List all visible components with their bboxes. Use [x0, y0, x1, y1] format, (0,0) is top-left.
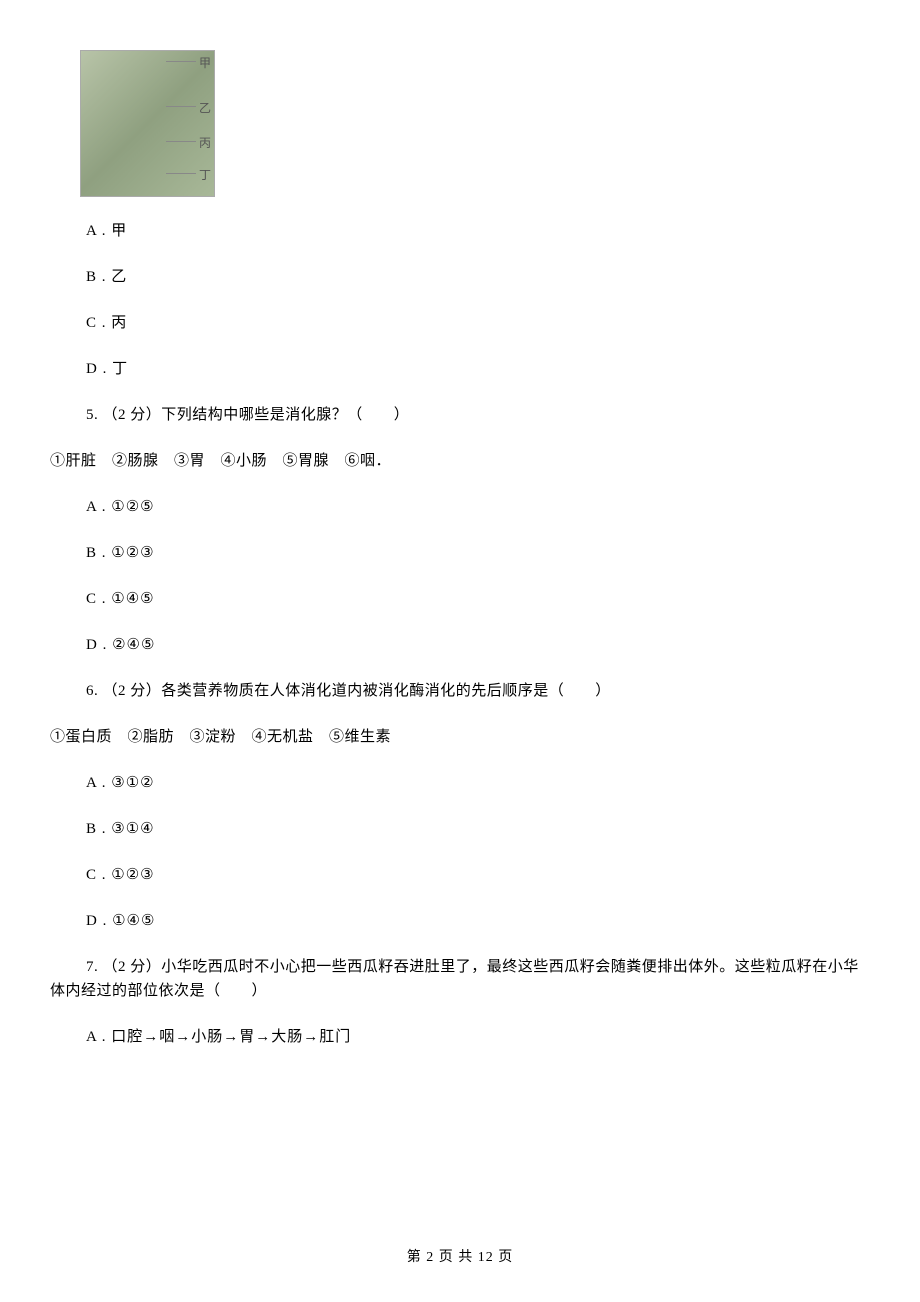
q7-option-a: A . 口腔→咽→小肠→胃→大肠→肛门	[86, 1025, 870, 1049]
q4-option-b: B . 乙	[86, 265, 870, 289]
q5-option-a: A . ①②⑤	[86, 495, 870, 519]
anatomy-diagram: 甲 乙 丙 丁	[80, 50, 215, 197]
q5-option-d: D . ②④⑤	[86, 633, 870, 657]
anatomy-label-bing: 丙	[199, 134, 211, 153]
q4-option-c: C . 丙	[86, 311, 870, 335]
q6-list: ①蛋白质 ②脂肪 ③淀粉 ④无机盐 ⑤维生素	[50, 725, 870, 749]
page-footer: 第 2 页 共 12 页	[0, 1246, 920, 1266]
q4-option-a: A . 甲	[86, 219, 870, 243]
q7-stem: 7. （2 分）小华吃西瓜时不小心把一些西瓜籽吞进肚里了，最终这些西瓜籽会随粪便…	[50, 955, 870, 1003]
q5-list: ①肝脏 ②肠腺 ③胃 ④小肠 ⑤胃腺 ⑥咽．	[50, 449, 870, 473]
q6-stem: 6. （2 分）各类营养物质在人体消化道内被消化酶消化的先后顺序是（ ）	[86, 679, 870, 703]
q5-option-c: C . ①④⑤	[86, 587, 870, 611]
q5-stem: 5. （2 分）下列结构中哪些是消化腺？（ ）	[86, 403, 870, 427]
q5-option-b: B . ①②③	[86, 541, 870, 565]
anatomy-label-yi: 乙	[199, 99, 211, 118]
q6-option-d: D . ①④⑤	[86, 909, 870, 933]
q6-option-b: B . ③①④	[86, 817, 870, 841]
anatomy-label-jia: 甲	[199, 54, 211, 73]
anatomy-label-ding: 丁	[199, 166, 211, 185]
q4-option-d: D . 丁	[86, 357, 870, 381]
q6-option-c: C . ①②③	[86, 863, 870, 887]
q6-option-a: A . ③①②	[86, 771, 870, 795]
